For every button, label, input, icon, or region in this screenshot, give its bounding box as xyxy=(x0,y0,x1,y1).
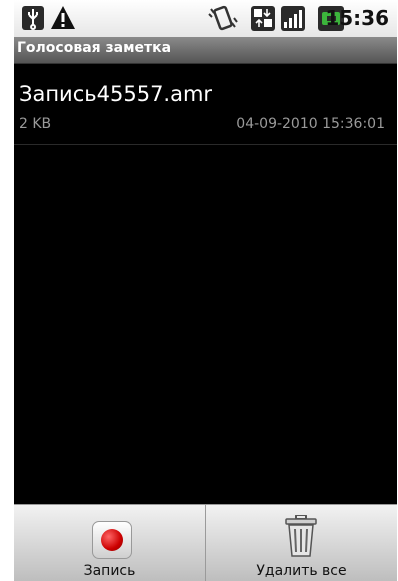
record-button[interactable]: Запись xyxy=(14,505,206,581)
options-menu: Запись Удалить все xyxy=(14,504,397,581)
trash-icon xyxy=(284,514,318,561)
list-item[interactable]: Запись45557.amr 2 KB 04-09-2010 15:36:01 xyxy=(14,64,397,145)
clock: 15:36 xyxy=(325,6,389,30)
vibrate-icon xyxy=(208,3,238,35)
title-bar: Голосовая заметка xyxy=(14,37,397,64)
signal-icon xyxy=(281,6,305,35)
record-icon xyxy=(92,521,132,559)
recording-size: 2 KB xyxy=(19,116,52,132)
delete-all-button[interactable]: Удалить все xyxy=(206,505,397,581)
recording-date: 04-09-2010 15:36:01 xyxy=(236,116,385,132)
recordings-list: Запись45557.amr 2 KB 04-09-2010 15:36:01 xyxy=(14,64,397,145)
app-window: 15:36 Голосовая заметка Запись45557.amr … xyxy=(14,0,397,581)
data-transfer-icon xyxy=(251,6,275,35)
warning-icon xyxy=(50,5,76,34)
usb-icon xyxy=(22,6,44,34)
status-bar: 15:36 xyxy=(14,0,397,37)
delete-all-label: Удалить все xyxy=(256,563,347,579)
recording-name: Запись45557.amr xyxy=(19,82,213,106)
record-label: Запись xyxy=(83,563,136,579)
app-title: Голосовая заметка xyxy=(17,40,172,56)
